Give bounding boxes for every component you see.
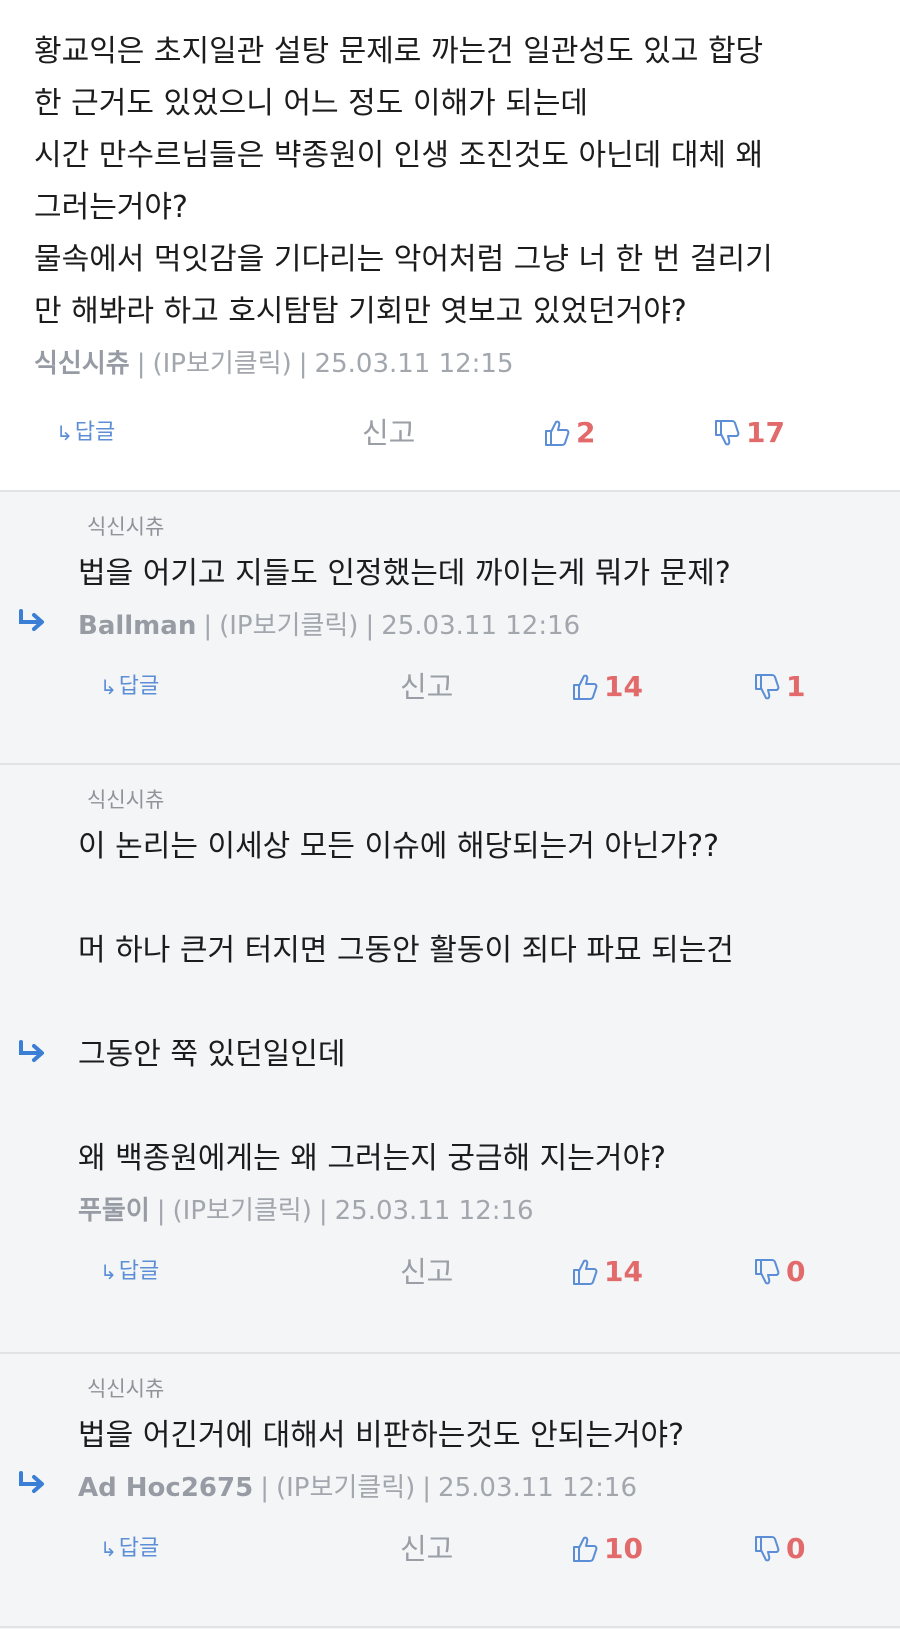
upvote-button[interactable]: 14 xyxy=(572,1237,643,1307)
downvote-button[interactable]: 0 xyxy=(754,1514,805,1584)
thumbs-up-icon xyxy=(545,420,570,446)
comment-author[interactable]: 푸둘이 xyxy=(78,1196,150,1226)
meta-separator: | xyxy=(298,349,308,379)
ip-view-link[interactable]: (IP보기클릭) xyxy=(173,1196,312,1226)
comment-date: 25.03.11 12:16 xyxy=(381,611,581,641)
reply-button[interactable]: ↳ 답글 xyxy=(100,652,159,722)
reply-button-label: 답글 xyxy=(74,420,116,445)
report-button[interactable]: 신고 xyxy=(400,652,453,722)
reply-button[interactable]: ↳ 답글 xyxy=(56,398,115,468)
upvote-count: 14 xyxy=(604,1255,643,1288)
meta-separator: | xyxy=(422,1473,432,1503)
comment-date: 25.03.11 12:16 xyxy=(334,1196,534,1226)
meta-separator: | xyxy=(203,611,213,641)
comment-author[interactable]: Ad Hoc2675 xyxy=(78,1473,253,1503)
reply-button[interactable]: ↳ 답글 xyxy=(100,1514,159,1584)
comment-meta: Ad Hoc2675 | (IP보기클릭) | 25.03.11 12:16 xyxy=(78,1468,866,1508)
mention-username: 식신시츄 xyxy=(87,1377,165,1401)
thumbs-down-icon xyxy=(755,674,780,700)
comment-body: 이 논리는 이세상 모든 이슈에 해당되는거 아닌가?? 머 하나 큰거 터지면… xyxy=(78,829,734,1176)
upvote-count: 2 xyxy=(576,416,596,449)
downvote-count: 17 xyxy=(746,416,785,449)
comment-meta: 식신시츄 | (IP보기클릭) | 25.03.11 12:15 xyxy=(34,344,866,384)
meta-separator: | xyxy=(260,1473,269,1503)
reply-small-arrow-icon: ↳ xyxy=(100,1537,117,1561)
reply-button-label: 답글 xyxy=(118,1259,160,1284)
reply-arrow-icon xyxy=(19,609,44,631)
reply-comment: 식신시츄 법을 어긴거에 대해서 비판하는것도 안되는거야? Ad Hoc267… xyxy=(0,1354,900,1628)
thumbs-down-icon xyxy=(755,1536,780,1562)
ip-view-link[interactable]: (IP보기클릭) xyxy=(219,611,358,641)
comment-actions: ↳ 답글 신고 14 0 xyxy=(78,1237,866,1307)
meta-separator: | xyxy=(156,1196,166,1226)
meta-separator: | xyxy=(365,611,375,641)
ip-view-link[interactable]: (IP보기클릭) xyxy=(276,1473,415,1503)
comment-actions: ↳ 답글 신고 14 1 xyxy=(78,652,866,722)
reply-small-arrow-icon: ↳ xyxy=(56,421,73,445)
thumbs-up-icon xyxy=(573,1536,598,1562)
comment-body: 황교익은 초지일관 설탕 문제로 까는건 일관성도 있고 합당 한 근거도 있었… xyxy=(34,34,773,329)
comment-meta: 푸둘이 | (IP보기클릭) | 25.03.11 12:16 xyxy=(78,1191,866,1231)
upvote-button[interactable]: 2 xyxy=(544,398,595,468)
reply-button-label: 답글 xyxy=(118,1536,160,1561)
thumbs-up-icon xyxy=(573,674,598,700)
downvote-button[interactable]: 0 xyxy=(754,1237,805,1307)
mention-username: 식신시츄 xyxy=(87,788,165,812)
downvote-button[interactable]: 1 xyxy=(754,652,805,722)
thumbs-down-icon xyxy=(755,1259,780,1285)
reply-arrow-icon xyxy=(19,1471,44,1493)
upvote-count: 14 xyxy=(604,670,643,703)
downvote-count: 1 xyxy=(786,670,806,703)
meta-separator: | xyxy=(136,349,146,379)
reply-button-label: 답글 xyxy=(118,674,160,699)
comment-author[interactable]: Ballman xyxy=(78,611,196,641)
comment-top: 황교익은 초지일관 설탕 문제로 까는건 일관성도 있고 합당 한 근거도 있었… xyxy=(0,0,900,492)
comment-actions: ↳ 답글 신고 2 17 xyxy=(34,398,866,468)
downvote-count: 0 xyxy=(786,1532,806,1565)
comment-actions: ↳ 답글 신고 10 0 xyxy=(78,1514,866,1584)
upvote-count: 10 xyxy=(604,1532,643,1565)
thumbs-down-icon xyxy=(715,420,740,446)
reply-small-arrow-icon: ↳ xyxy=(100,1260,117,1284)
report-button[interactable]: 신고 xyxy=(400,1514,453,1584)
comment-date: 25.03.11 12:15 xyxy=(314,349,514,379)
comment-author[interactable]: 식신시츄 xyxy=(34,349,130,379)
reply-comment: 식신시츄 법을 어기고 지들도 인정했는데 까이는게 뭐가 문제? Ballma… xyxy=(0,492,900,765)
upvote-button[interactable]: 10 xyxy=(572,1514,643,1584)
thumbs-up-icon xyxy=(573,1259,598,1285)
comment-body: 법을 어기고 지들도 인정했는데 까이는게 뭐가 문제? xyxy=(78,556,731,591)
reply-button[interactable]: ↳ 답글 xyxy=(100,1237,159,1307)
upvote-button[interactable]: 14 xyxy=(572,652,643,722)
reply-comment: 식신시츄 이 논리는 이세상 모든 이슈에 해당되는거 아닌가?? 머 하나 큰… xyxy=(0,765,900,1354)
downvote-button[interactable]: 17 xyxy=(714,398,785,468)
meta-separator: | xyxy=(318,1196,328,1226)
ip-view-link[interactable]: (IP보기클릭) xyxy=(152,349,291,379)
report-button[interactable]: 신고 xyxy=(400,1237,453,1307)
reply-arrow-icon xyxy=(19,1040,44,1062)
reply-small-arrow-icon: ↳ xyxy=(100,675,117,699)
mention-username: 식신시츄 xyxy=(87,515,165,539)
comment-date: 25.03.11 12:16 xyxy=(438,1473,638,1503)
comment-meta: Ballman | (IP보기클릭) | 25.03.11 12:16 xyxy=(78,606,866,646)
report-button[interactable]: 신고 xyxy=(362,398,415,468)
comment-body: 법을 어긴거에 대해서 비판하는것도 안되는거야? xyxy=(78,1418,685,1453)
downvote-count: 0 xyxy=(786,1255,806,1288)
